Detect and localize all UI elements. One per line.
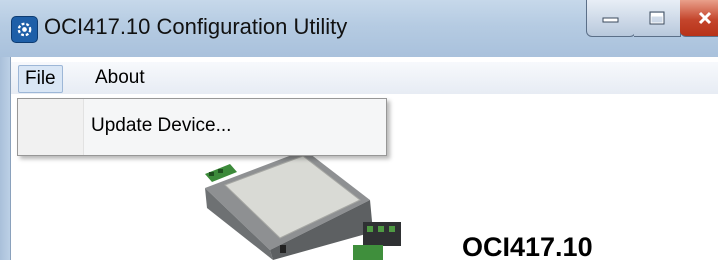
device-module-image: [195, 150, 455, 260]
close-button[interactable]: [680, 0, 718, 37]
menu-icon-gutter: [18, 99, 84, 155]
app-gear-icon[interactable]: [11, 16, 38, 43]
file-dropdown-menu: Update Device...: [17, 98, 387, 156]
maximize-button[interactable]: [634, 0, 681, 37]
menu-about[interactable]: About: [89, 65, 151, 91]
update-device-menu-item[interactable]: Update Device...: [91, 115, 231, 137]
window-frame-left: [0, 57, 11, 260]
close-icon: [698, 11, 712, 25]
menu-bar: File About: [11, 62, 718, 94]
maximize-icon: [649, 11, 665, 25]
minimize-icon: [602, 17, 619, 23]
window-title: OCI417.10 Configuration Utility: [44, 14, 348, 39]
minimize-button[interactable]: [586, 0, 636, 37]
menu-file[interactable]: File: [18, 65, 63, 93]
product-name: OCI417.10: [462, 232, 593, 262]
title-bar: OCI417.10 Configuration Utility: [0, 0, 718, 58]
